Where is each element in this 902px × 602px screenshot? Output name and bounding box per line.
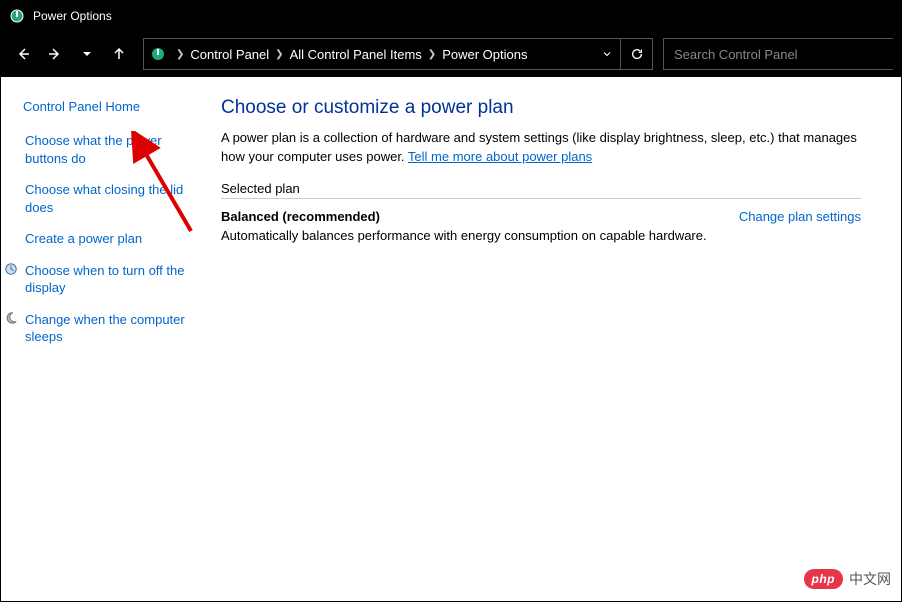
app-icon [9, 8, 25, 24]
watermark-badge: php [804, 569, 844, 589]
sidebar-link-computer-sleeps[interactable]: Change when the computer sleeps [23, 311, 197, 346]
search-input[interactable] [663, 38, 893, 70]
address-bar[interactable]: ❯ Control Panel ❯ All Control Panel Item… [143, 38, 653, 70]
address-dropdown-button[interactable] [594, 48, 620, 60]
sidebar-link-create-plan[interactable]: Create a power plan [23, 230, 197, 248]
learn-more-link[interactable]: Tell me more about power plans [408, 149, 592, 164]
page-description: A power plan is a collection of hardware… [221, 129, 861, 167]
moon-icon [3, 311, 19, 346]
window-title: Power Options [33, 9, 112, 23]
section-label: Selected plan [221, 181, 861, 199]
plan-name: Balanced (recommended) [221, 209, 707, 224]
title-bar: Power Options [1, 1, 901, 31]
recent-locations-button[interactable] [73, 40, 101, 68]
content-area: Control Panel Home Choose what the power… [1, 77, 901, 601]
watermark-text: 中文网 [849, 569, 891, 589]
sidebar-link-label: Choose when to turn off the display [25, 262, 197, 297]
chevron-right-icon[interactable]: ❯ [174, 49, 186, 60]
forward-button[interactable] [41, 40, 69, 68]
nav-bar: ❯ Control Panel ❯ All Control Panel Item… [1, 31, 901, 77]
control-panel-home-link[interactable]: Control Panel Home [23, 99, 197, 114]
change-plan-settings-link[interactable]: Change plan settings [739, 209, 861, 224]
sidebar-link-closing-lid[interactable]: Choose what closing the lid does [23, 181, 197, 216]
sidebar-link-power-buttons[interactable]: Choose what the power buttons do [23, 132, 197, 167]
sidebar: Control Panel Home Choose what the power… [1, 77, 211, 601]
main-content: Choose or customize a power plan A power… [211, 77, 901, 601]
page-heading: Choose or customize a power plan [221, 97, 861, 119]
chevron-right-icon[interactable]: ❯ [273, 49, 285, 60]
plan-row: Balanced (recommended) Automatically bal… [221, 209, 861, 243]
refresh-button[interactable] [620, 39, 652, 69]
breadcrumb-item[interactable]: All Control Panel Items [290, 47, 422, 62]
clock-icon [3, 262, 19, 297]
sidebar-link-label: Choose what the power buttons do [25, 132, 197, 167]
breadcrumb-item[interactable]: Control Panel [190, 47, 269, 62]
back-button[interactable] [9, 40, 37, 68]
chevron-right-icon[interactable]: ❯ [426, 49, 438, 60]
up-button[interactable] [105, 40, 133, 68]
breadcrumb-item[interactable]: Power Options [442, 47, 527, 62]
sidebar-link-label: Create a power plan [25, 230, 142, 248]
address-icon [150, 46, 166, 62]
sidebar-link-turn-off-display[interactable]: Choose when to turn off the display [23, 262, 197, 297]
sidebar-link-label: Change when the computer sleeps [25, 311, 197, 346]
sidebar-link-label: Choose what closing the lid does [25, 181, 197, 216]
watermark: php 中文网 [804, 569, 892, 589]
plan-description: Automatically balances performance with … [221, 228, 707, 243]
